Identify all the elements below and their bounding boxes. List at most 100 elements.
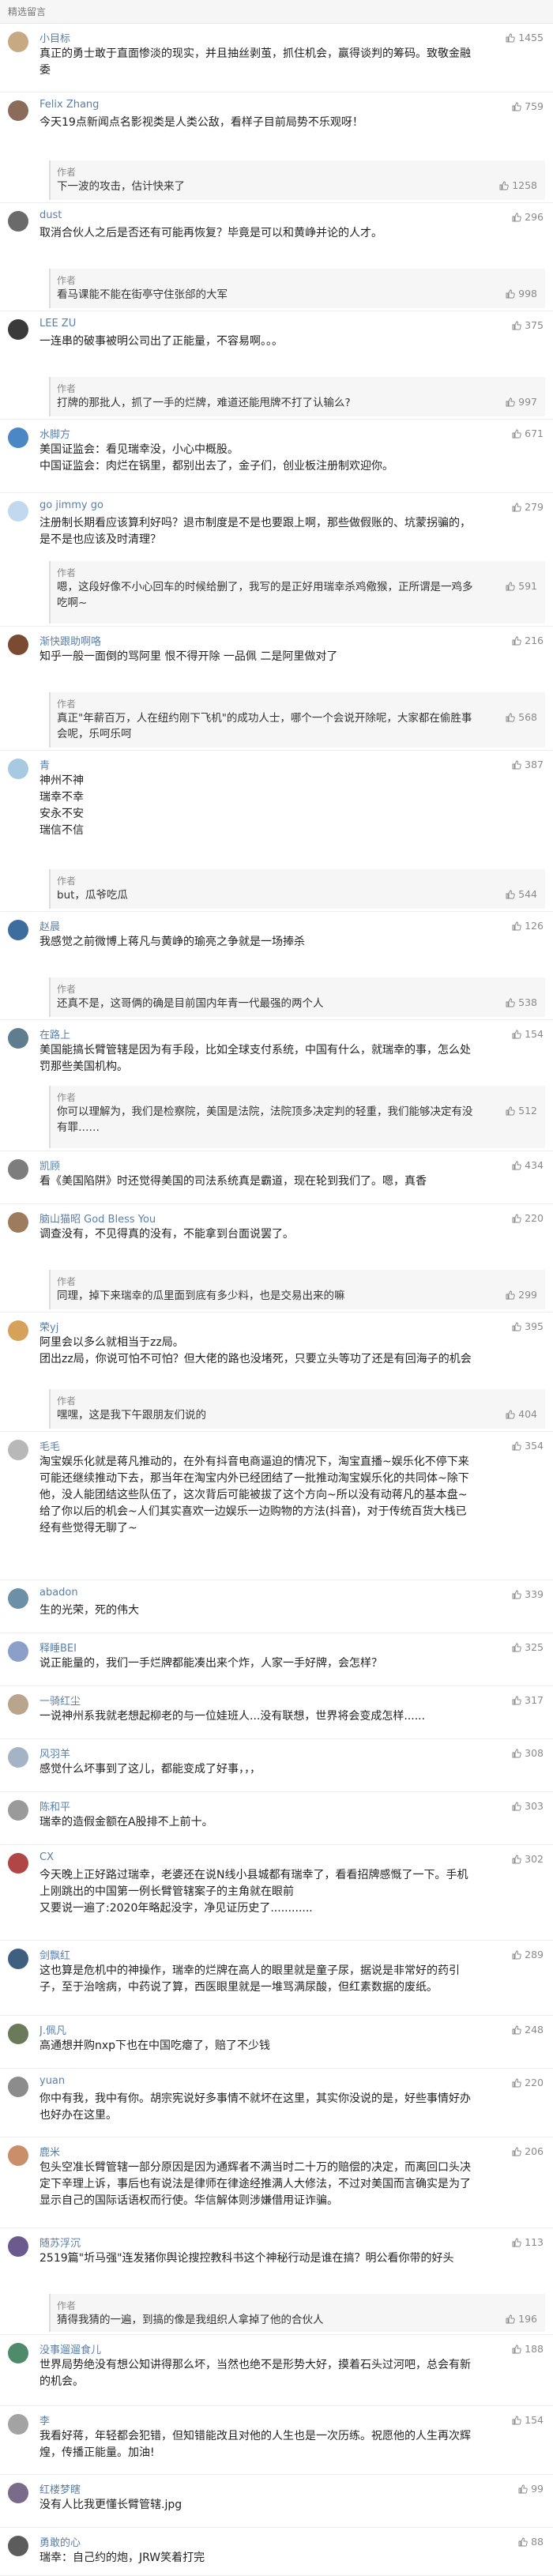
comment-author[interactable]: 释睡BEI: [40, 1640, 77, 1655]
like-button[interactable]: 387: [512, 759, 544, 770]
comment-author[interactable]: CX: [40, 1851, 54, 1863]
reply-like-button[interactable]: 591: [506, 580, 537, 592]
reply-like-button[interactable]: 404: [506, 1408, 537, 1420]
comment-author[interactable]: 没事遛遛食儿: [40, 2341, 101, 2356]
comment-author[interactable]: dust: [40, 209, 62, 221]
avatar[interactable]: [8, 1028, 28, 1049]
comment-author[interactable]: J.佩凡: [40, 2022, 66, 2037]
avatar[interactable]: [8, 2024, 28, 2044]
comment-author[interactable]: 陈和平: [40, 1798, 70, 1813]
avatar[interactable]: [8, 1440, 28, 1460]
like-button[interactable]: 154: [512, 1028, 544, 1040]
reply-like-button[interactable]: 196: [506, 2313, 537, 2325]
avatar[interactable]: [8, 100, 28, 121]
avatar[interactable]: [8, 319, 28, 340]
avatar[interactable]: [8, 1159, 28, 1180]
like-button[interactable]: 216: [512, 635, 544, 646]
avatar[interactable]: [8, 1641, 28, 1662]
avatar[interactable]: [8, 2077, 28, 2097]
comment-author[interactable]: 在路上: [40, 1026, 70, 1041]
comment-author[interactable]: 鹿米: [40, 2144, 60, 2159]
like-button[interactable]: 99: [518, 2483, 544, 2495]
comment-author[interactable]: 剑飘红: [40, 1947, 70, 1962]
comment-author[interactable]: 毛毛: [40, 1438, 60, 1453]
like-button[interactable]: 317: [512, 1694, 544, 1706]
avatar[interactable]: [8, 2414, 28, 2435]
avatar[interactable]: [8, 1800, 28, 1821]
like-button[interactable]: 354: [512, 1440, 544, 1452]
comment-author[interactable]: Felix Zhang: [40, 99, 99, 111]
comment-author[interactable]: yuan: [40, 2075, 65, 2087]
comment-author[interactable]: 凯顾: [40, 1158, 60, 1173]
reply-like-button[interactable]: 299: [506, 1289, 537, 1301]
avatar[interactable]: [8, 1588, 28, 1609]
comment-author[interactable]: 随苏浮沉: [40, 2235, 81, 2250]
avatar[interactable]: [8, 759, 28, 779]
comment-author[interactable]: 青: [40, 757, 50, 772]
like-button[interactable]: 188: [512, 2343, 544, 2355]
avatar[interactable]: [8, 1212, 28, 1233]
avatar[interactable]: [8, 635, 28, 655]
reply-like-button[interactable]: 512: [506, 1105, 537, 1117]
reply-like-button[interactable]: 568: [506, 711, 537, 723]
comment-author[interactable]: 勇敢的心: [40, 2534, 81, 2549]
comment-author[interactable]: 赵晨: [40, 918, 60, 933]
reply-like-button[interactable]: 544: [506, 888, 537, 900]
reply-text: 看马课能不能在街亭守住张郃的大军: [57, 288, 228, 301]
avatar[interactable]: [8, 2236, 28, 2257]
avatar[interactable]: [8, 1694, 28, 1715]
like-button[interactable]: 303: [512, 1800, 544, 1812]
avatar[interactable]: [8, 2536, 28, 2556]
like-button[interactable]: 325: [512, 1641, 544, 1653]
like-button[interactable]: 220: [512, 2077, 544, 2088]
comment-author[interactable]: 李: [40, 2412, 50, 2427]
comment-author[interactable]: 红楼梦瞎: [40, 2481, 81, 2496]
like-button[interactable]: 434: [512, 1159, 544, 1171]
comment-author[interactable]: 一骑红尘: [40, 1693, 81, 1708]
avatar[interactable]: [8, 211, 28, 232]
like-button[interactable]: 308: [512, 1747, 544, 1759]
like-button[interactable]: 302: [512, 1853, 544, 1865]
reply-like-button[interactable]: 1258: [499, 179, 537, 191]
avatar[interactable]: [8, 1747, 28, 1768]
like-button[interactable]: 1455: [506, 32, 544, 43]
avatar[interactable]: [8, 1949, 28, 1969]
comment-author[interactable]: LEE ZU: [40, 318, 76, 330]
like-button[interactable]: 375: [512, 319, 544, 331]
like-button[interactable]: 289: [512, 1949, 544, 1960]
comment-author[interactable]: 小目标: [40, 30, 70, 45]
like-button[interactable]: 126: [512, 920, 544, 932]
comment-author[interactable]: abadon: [40, 1587, 78, 1599]
like-button[interactable]: 220: [512, 1212, 544, 1224]
reply-like-button[interactable]: 538: [506, 996, 537, 1008]
like-button[interactable]: 113: [512, 2236, 544, 2248]
avatar[interactable]: [8, 920, 28, 940]
like-button[interactable]: 671: [512, 427, 544, 439]
avatar[interactable]: [8, 1320, 28, 1341]
like-button[interactable]: 759: [512, 100, 544, 112]
avatar[interactable]: [8, 2145, 28, 2166]
like-button[interactable]: 206: [512, 2145, 544, 2157]
like-button[interactable]: 279: [512, 501, 544, 513]
like-button[interactable]: 248: [512, 2024, 544, 2036]
like-button[interactable]: 395: [512, 1320, 544, 1332]
avatar[interactable]: [8, 501, 28, 522]
avatar[interactable]: [8, 2343, 28, 2363]
like-button[interactable]: 154: [512, 2414, 544, 2426]
like-button[interactable]: 339: [512, 1588, 544, 1600]
comment-author[interactable]: 荣yj: [40, 1319, 58, 1334]
avatar[interactable]: [8, 427, 28, 448]
reply-like-button[interactable]: 998: [506, 288, 537, 299]
like-button[interactable]: 88: [518, 2536, 544, 2548]
reply-like-button[interactable]: 997: [506, 396, 537, 408]
avatar[interactable]: [8, 32, 28, 52]
comment-author[interactable]: 水脚方: [40, 426, 70, 441]
comment-author[interactable]: 风羽羊: [40, 1746, 70, 1761]
avatar[interactable]: [8, 2483, 28, 2503]
comment-author[interactable]: 脑山猫昭 God Bless You: [40, 1211, 156, 1226]
comment-author[interactable]: go jimmy go: [40, 499, 103, 511]
comment-item: 青神州不神 瑞幸不幸 安永不安 瑞信不信 387 作者 but，瓜爷吃瓜 544: [0, 751, 553, 912]
comment-author[interactable]: 渐快跟助啊咯: [40, 633, 101, 648]
avatar[interactable]: [8, 1853, 28, 1874]
like-button[interactable]: 296: [512, 211, 544, 223]
